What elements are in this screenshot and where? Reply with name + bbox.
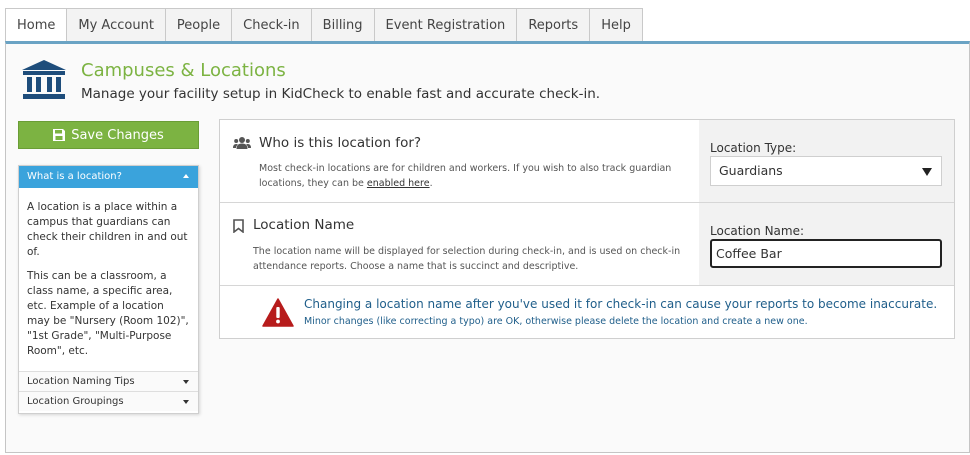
section-location-type: Who is this location for? Most check-in … — [220, 120, 954, 203]
section-info: Who is this location for? Most check-in … — [220, 120, 699, 202]
warning-icon — [262, 298, 294, 327]
tab-check-in[interactable]: Check-in — [232, 8, 312, 42]
location-type-label: Location Type: — [710, 141, 797, 155]
section-location-name: Location Name The location name will be … — [220, 203, 954, 286]
help-item-what-is-location[interactable]: What is a location? — [19, 166, 198, 188]
help-paragraph: This can be a classroom, a class name, a… — [27, 270, 189, 357]
page-title: Campuses & Locations — [81, 60, 286, 81]
section-field: Location Type: Guardians — [699, 120, 954, 202]
caret-up-icon — [183, 174, 189, 178]
help-item-label: Location Groupings — [27, 396, 124, 407]
description-text: Most check-in locations are for children… — [259, 163, 672, 189]
location-name-input[interactable] — [710, 239, 942, 268]
warning-message: Changing a location name after you've us… — [220, 286, 954, 338]
section-info: Location Name The location name will be … — [220, 203, 699, 285]
description-text: . — [429, 178, 433, 189]
tab-reports[interactable]: Reports — [517, 8, 591, 42]
help-item-naming-tips[interactable]: Location Naming Tips — [19, 371, 198, 391]
main-nav: Home My Account People Check-in Billing … — [5, 8, 643, 42]
section-title: Who is this location for? — [259, 135, 422, 151]
tab-event-registration[interactable]: Event Registration — [374, 8, 518, 42]
section-description: Most check-in locations are for children… — [259, 161, 679, 191]
tab-billing[interactable]: Billing — [311, 8, 375, 42]
tab-people[interactable]: People — [165, 8, 233, 42]
building-columns-icon — [22, 60, 66, 99]
enable-guardian-locations-link[interactable]: enabled here — [367, 178, 430, 189]
tab-home[interactable]: Home — [5, 8, 68, 42]
help-content: A location is a place within a campus th… — [19, 188, 198, 371]
help-item-groupings[interactable]: Location Groupings — [19, 391, 198, 411]
location-name-label: Location Name: — [710, 224, 805, 238]
caret-down-icon — [183, 400, 189, 404]
section-description: The location name will be displayed for … — [253, 246, 681, 272]
users-icon — [233, 137, 251, 149]
location-type-select[interactable]: Guardians — [710, 156, 942, 186]
help-item-label: Location Naming Tips — [27, 376, 135, 387]
warning-subtitle: Minor changes (like correcting a typo) a… — [304, 316, 808, 327]
save-button-label: Save Changes — [71, 127, 164, 143]
caret-down-icon — [183, 380, 189, 384]
save-button[interactable]: Save Changes — [18, 121, 199, 149]
bookmark-icon — [233, 219, 244, 233]
tab-help[interactable]: Help — [590, 8, 643, 42]
section-title: Location Name — [253, 217, 355, 233]
help-paragraph: A location is a place within a campus th… — [27, 201, 188, 258]
tab-my-account[interactable]: My Account — [67, 8, 166, 42]
help-item-label: What is a location? — [27, 171, 122, 182]
floppy-disk-icon — [53, 129, 66, 141]
dropdown-arrow-icon — [922, 168, 932, 176]
select-value: Guardians — [719, 163, 783, 178]
warning-title: Changing a location name after you've us… — [304, 297, 938, 311]
location-form-panel: Who is this location for? Most check-in … — [219, 119, 955, 339]
page-subtitle: Manage your facility setup in KidCheck t… — [81, 86, 601, 102]
section-field: Location Name: — [699, 203, 954, 285]
help-accordion: What is a location? A location is a plac… — [18, 165, 199, 414]
